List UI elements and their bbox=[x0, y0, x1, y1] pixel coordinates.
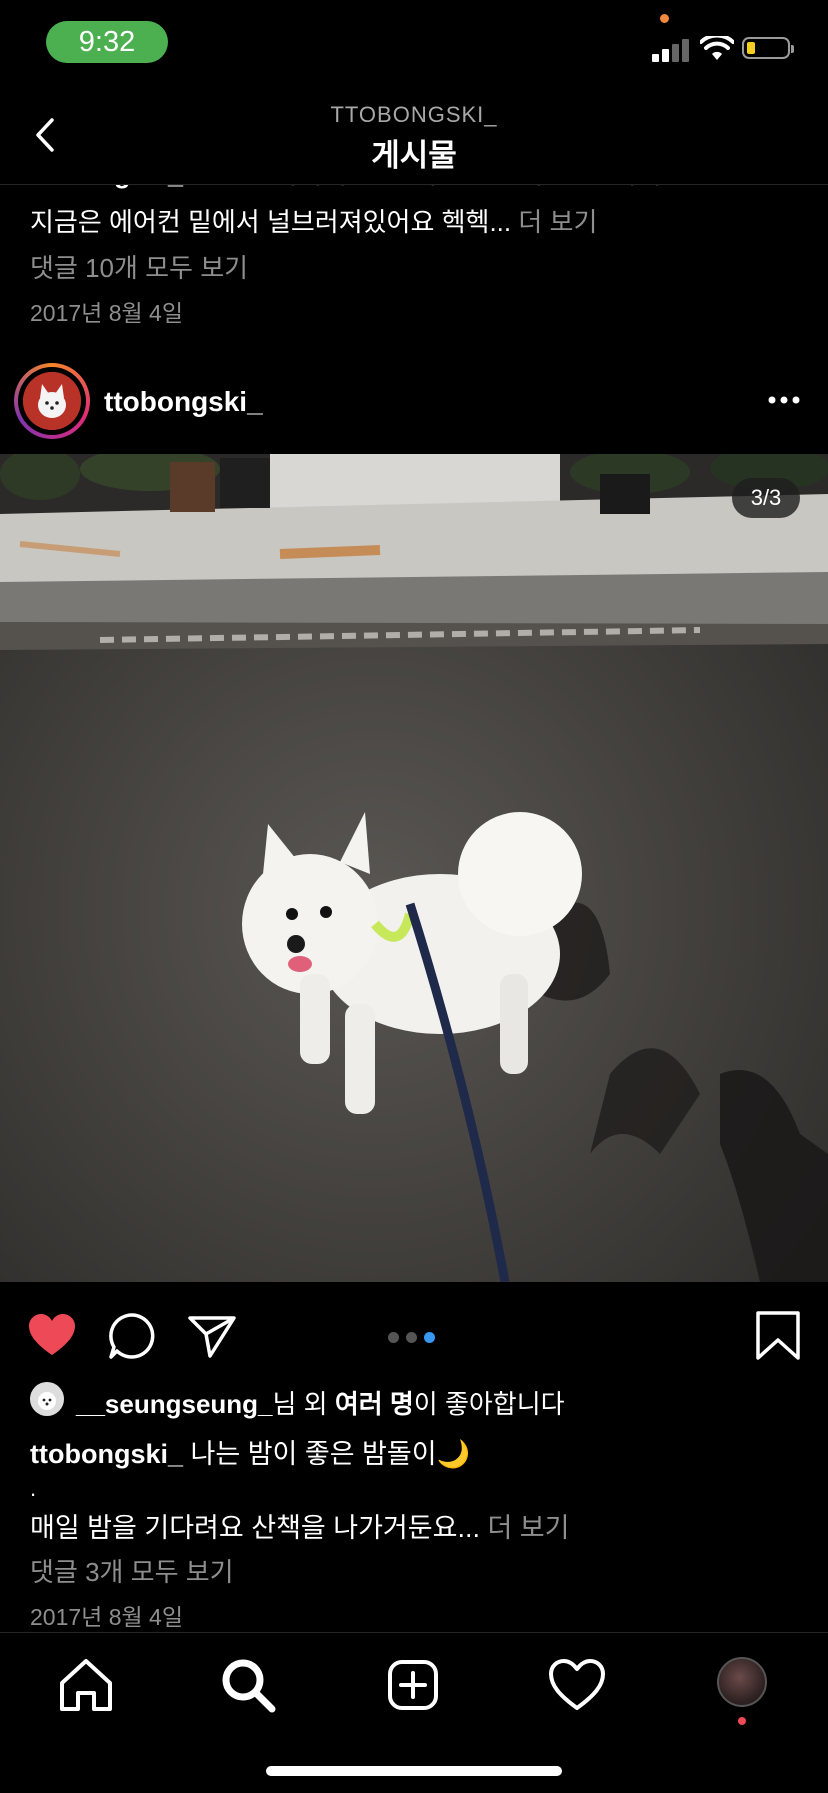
cellular-signal-icon bbox=[652, 38, 692, 62]
home-icon[interactable] bbox=[54, 1653, 118, 1717]
battery-level bbox=[747, 42, 755, 54]
likes-text-end: 이 좋아합니다 bbox=[413, 1389, 565, 1419]
caption-more-link[interactable]: 더 보기 bbox=[487, 1513, 569, 1543]
comments-link[interactable]: 댓글 3개 모두 보기 bbox=[30, 1552, 234, 1589]
carousel-counter: 3/3 bbox=[732, 478, 800, 518]
battery-icon bbox=[742, 37, 794, 59]
carousel-dot bbox=[388, 1332, 399, 1343]
caption-line-2-text: 매일 밤을 기다려요 산책을 나가거둔요... bbox=[30, 1513, 480, 1543]
previous-more-link[interactable]: 더 보기 bbox=[518, 207, 597, 237]
post-actions bbox=[0, 1282, 828, 1382]
privacy-indicator-dot bbox=[660, 14, 669, 23]
carousel-dot-active bbox=[424, 1332, 435, 1343]
caption-text: 나는 밤이 좋은 밤돌이🌙 bbox=[190, 1439, 471, 1469]
carousel-dot bbox=[406, 1332, 417, 1343]
dog-photo-image bbox=[0, 454, 828, 1282]
wifi-icon bbox=[700, 36, 734, 60]
previous-comments-link[interactable]: 댓글 10개 모두 보기 bbox=[30, 248, 248, 285]
post-username[interactable]: ttobongski_ bbox=[104, 386, 263, 418]
search-icon[interactable] bbox=[216, 1653, 280, 1717]
heart-filled-icon[interactable] bbox=[26, 1310, 78, 1362]
ellipsis-icon[interactable] bbox=[764, 380, 804, 420]
post-caption: ttobongski_ 나는 밤이 좋은 밤돌이🌙 bbox=[30, 1432, 470, 1471]
liker-avatar bbox=[30, 1382, 64, 1416]
comment-icon[interactable] bbox=[106, 1310, 158, 1362]
post-header: ttobongski_ bbox=[0, 358, 828, 454]
avatar bbox=[23, 372, 81, 430]
previous-post-caption: ttobongski_ 오늘은 더워서 밥 옆에만 있었어요 😣 헥헥 지금은 … bbox=[0, 166, 828, 356]
previous-post-date: 2017년 8월 4일 bbox=[30, 300, 184, 326]
caption-username[interactable]: ttobongski_ bbox=[30, 1439, 183, 1469]
page-title: 게시물 bbox=[371, 138, 457, 173]
post-photo[interactable]: 3/3 bbox=[0, 454, 828, 1282]
home-indicator[interactable] bbox=[266, 1766, 562, 1776]
post-date: 2017년 8월 4일 bbox=[30, 1604, 184, 1630]
likes-others-link[interactable]: 여러 명 bbox=[335, 1389, 414, 1419]
status-bar: 9:32 bbox=[0, 0, 828, 88]
previous-caption-text: 지금은 에어컨 밑에서 널브러져있어요 헥헥... bbox=[30, 207, 512, 237]
bookmark-icon[interactable] bbox=[752, 1310, 804, 1362]
likes-text: __seungseung_님 외 여러 명이 좋아합니다 bbox=[76, 1384, 565, 1421]
nav-header: TTOBONGSKI_ 게시물 bbox=[0, 88, 828, 185]
likes-text-mid: 님 외 bbox=[272, 1389, 335, 1419]
share-send-icon[interactable] bbox=[186, 1310, 238, 1362]
caption-line-2: 매일 밤을 기다려요 산책을 나가거둔요... 더 보기 bbox=[30, 1506, 570, 1545]
story-ring[interactable] bbox=[14, 363, 90, 439]
profile-avatar[interactable] bbox=[717, 1657, 767, 1707]
notification-dot bbox=[738, 1717, 746, 1725]
status-time: 9:32 bbox=[46, 21, 168, 63]
activity-heart-icon[interactable] bbox=[545, 1653, 609, 1717]
carousel-dots bbox=[388, 1330, 442, 1348]
liker-username[interactable]: __seungseung_ bbox=[76, 1389, 273, 1419]
add-post-icon[interactable] bbox=[381, 1653, 445, 1717]
previous-caption-line: 지금은 에어컨 밑에서 널브러져있어요 헥헥... 더 보기 bbox=[30, 202, 597, 239]
caption-dot-line: . bbox=[30, 1476, 37, 1501]
header-username: TTOBONGSKI_ bbox=[330, 102, 498, 127]
